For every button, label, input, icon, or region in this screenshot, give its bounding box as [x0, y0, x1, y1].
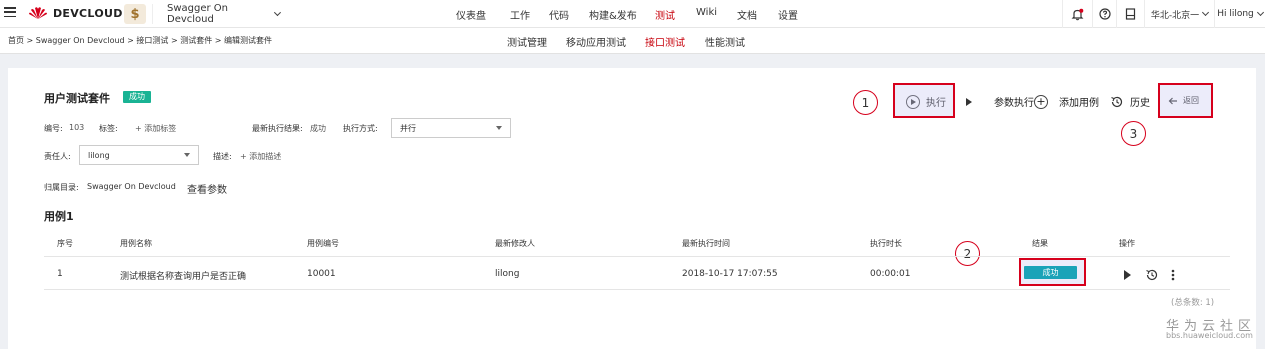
breadcrumb[interactable]: 首页 > Swagger On Devcloud > 接口测试 > 测试套件 >… [8, 35, 272, 46]
exec-mode-value: 并行 [400, 123, 416, 133]
nav-settings[interactable]: 设置 [778, 7, 798, 22]
owner-value: lilong [88, 150, 110, 160]
view-params-link[interactable]: 查看参数 [187, 181, 227, 196]
chevron-down-icon [1256, 8, 1264, 17]
add-case-label: 添加用例 [1059, 98, 1099, 109]
column-header: 结果 [1032, 239, 1048, 248]
last-result-label: 最新执行结果: [252, 124, 303, 133]
cell-index: 1 [57, 269, 63, 279]
cell-modifier: lilong [495, 269, 520, 279]
nav-wiki[interactable]: Wiki [696, 7, 717, 18]
add-case-button[interactable]: + 添加用例 [1034, 94, 1099, 109]
nav-work[interactable]: 工作 [510, 7, 530, 22]
chevron-down-icon [274, 9, 282, 16]
tab-api-test[interactable]: 接口测试 [645, 34, 685, 49]
nav-docs[interactable]: 文档 [737, 7, 757, 22]
desc-label: 描述: [213, 152, 232, 161]
user-label: Hi lilong [1217, 9, 1254, 19]
project-name: Swagger On Devcloud [167, 3, 229, 25]
logo[interactable]: DEVCLOUD [28, 6, 123, 20]
total-count: (总条数: 1) [1171, 298, 1215, 308]
nav-dashboard[interactable]: 仪表盘 [456, 7, 486, 22]
id-value: 103 [69, 123, 85, 132]
device-button[interactable] [1116, 0, 1144, 28]
more-icon[interactable] [1170, 268, 1176, 282]
caret-down-icon [496, 126, 502, 130]
play-icon [962, 95, 976, 109]
cell-case-name[interactable]: 测试根据名称查询用户是否正确 [120, 269, 246, 282]
notification-button[interactable] [1062, 0, 1092, 28]
annotation-number: 2 [955, 241, 980, 266]
param-execute-label: 参数执行 [994, 98, 1034, 109]
owner-label: 责任人: [44, 152, 71, 161]
annotation-number: 3 [1121, 121, 1146, 146]
cell-duration: 00:00:01 [870, 269, 911, 279]
param-execute-button[interactable]: 参数执行 [962, 94, 1034, 109]
cell-case-number: 10001 [307, 269, 336, 279]
tab-mobile-app-test[interactable]: 移动应用测试 [566, 34, 626, 49]
dir-label: 归属目录: [44, 183, 79, 192]
add-desc-link[interactable]: + 添加描述 [240, 151, 281, 162]
exec-mode-label: 执行方式: [343, 124, 378, 133]
chevron-down-icon [1202, 8, 1210, 17]
logo-text: DEVCLOUD [53, 6, 123, 20]
project-selector[interactable]: Swagger On Devcloud [152, 3, 292, 25]
suite-title: 用户测试套件 [44, 92, 110, 105]
top-navigation-bar: DEVCLOUD $ Swagger On Devcloud 仪表盘 工作 代码… [0, 0, 1265, 28]
column-header: 最新执行时间 [682, 239, 730, 248]
menu-icon[interactable] [4, 7, 16, 18]
cell-exec-time: 2018-10-17 17:07:55 [682, 269, 778, 279]
dir-value: Swagger On Devcloud [87, 182, 176, 191]
help-icon [1098, 8, 1111, 20]
annotation-box-execute [893, 83, 955, 118]
region-selector[interactable]: 华北-北京一 [1144, 0, 1214, 28]
project-icon[interactable]: $ [124, 4, 146, 24]
help-button[interactable] [1092, 0, 1116, 28]
result-badge: 成功 [1024, 266, 1077, 279]
column-header: 用例名称 [120, 239, 152, 248]
id-label: 编号: [44, 124, 63, 133]
play-icon[interactable] [1124, 270, 1131, 280]
nav-build-release[interactable]: 构建&发布 [589, 7, 637, 22]
exec-mode-select[interactable]: 并行 [391, 118, 511, 138]
tab-performance-test[interactable]: 性能测试 [705, 34, 745, 49]
bell-icon [1071, 8, 1084, 20]
history-label: 历史 [1130, 98, 1150, 109]
tag-label: 标签: [99, 124, 118, 133]
last-result-value: 成功 [310, 124, 326, 133]
cases-section-title: 用例1 [44, 210, 74, 223]
status-badge: 成功 [123, 91, 151, 103]
watermark-en: bbs.huaweicloud.com [1166, 331, 1253, 340]
owner-select[interactable]: lilong [79, 145, 199, 165]
nav-test[interactable]: 测试 [655, 7, 675, 22]
history-icon[interactable] [1145, 268, 1159, 282]
add-tag-link[interactable]: + 添加标签 [135, 123, 176, 134]
region-label: 华北-北京一 [1150, 10, 1200, 21]
caret-down-icon [184, 153, 190, 157]
annotation-number: 1 [853, 90, 878, 115]
user-menu[interactable]: Hi lilong [1214, 0, 1265, 28]
column-header: 序号 [57, 239, 73, 248]
table-header-divider [44, 256, 1230, 257]
test-suite-card: 用户测试套件 成功 编号: 103 标签: + 添加标签 最新执行结果: 成功 … [8, 68, 1256, 349]
huawei-logo-icon [29, 7, 47, 19]
column-header: 最新修改人 [495, 239, 535, 248]
column-header: 用例编号 [307, 239, 339, 248]
column-header: 操作 [1119, 239, 1135, 248]
history-icon [1111, 96, 1123, 107]
sub-navigation-bar: 首页 > Swagger On Devcloud > 接口测试 > 测试套件 >… [0, 28, 1265, 54]
table-row-divider [44, 289, 1230, 290]
history-button[interactable]: 历史 [1110, 94, 1150, 109]
device-icon [1125, 8, 1136, 20]
add-icon: + [1034, 94, 1048, 109]
tab-test-management[interactable]: 测试管理 [507, 34, 547, 49]
column-header: 执行时长 [870, 239, 902, 248]
annotation-box-back [1158, 83, 1213, 118]
nav-code[interactable]: 代码 [549, 7, 569, 22]
